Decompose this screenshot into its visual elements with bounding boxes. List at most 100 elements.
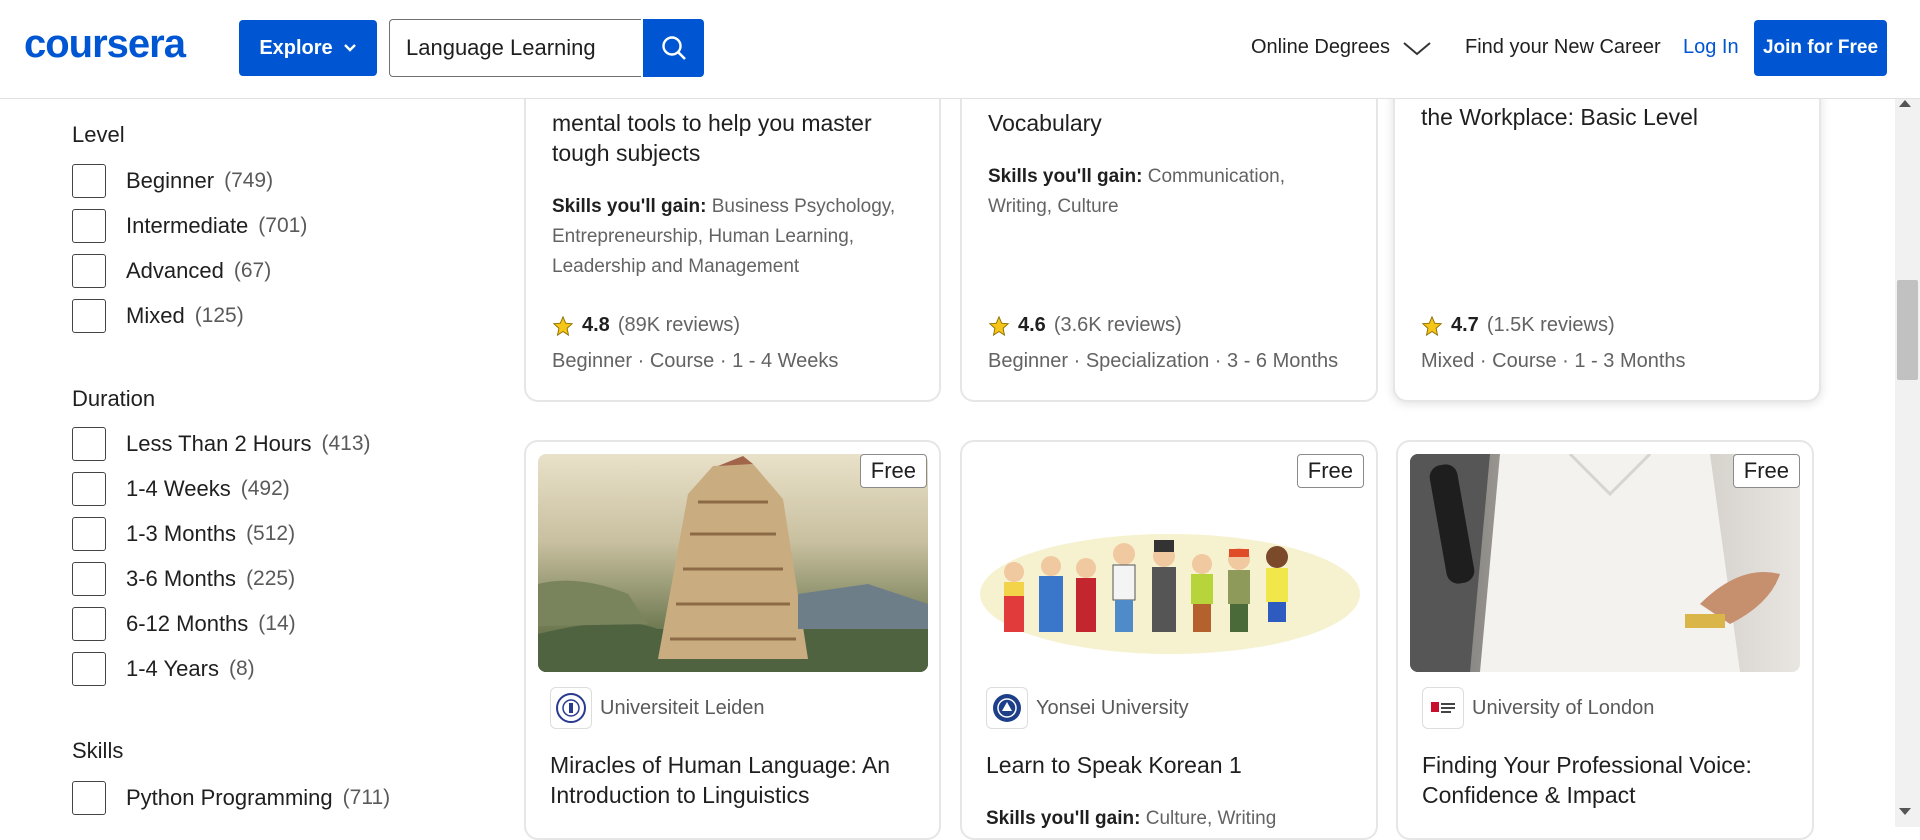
rating: 4.7 (1.5K reviews): [1421, 314, 1615, 337]
filter-option-1-4-years[interactable]: 1-4 Years (8): [72, 651, 255, 687]
filter-option-advanced[interactable]: Advanced (67): [72, 253, 271, 289]
course-meta: Beginner · Specialization · 3 - 6 Months: [988, 350, 1339, 372]
filter-option-1-4-weeks[interactable]: 1-4 Weeks (492): [72, 471, 290, 507]
rating: 4.8 (89K reviews): [552, 314, 740, 337]
checkbox[interactable]: [72, 164, 106, 198]
option-count: (749): [224, 169, 274, 192]
join-for-free-button[interactable]: Join for Free: [1754, 20, 1887, 76]
skills-line: Skills you'll gain: Culture, Writing: [986, 804, 1276, 834]
top-header: coursera Explore Language Learning Onlin…: [0, 0, 1920, 99]
skills-label: Skills you'll gain:: [552, 196, 707, 217]
search-input[interactable]: Language Learning: [389, 19, 641, 77]
option-label: Beginner: [126, 168, 215, 193]
nav-online-degrees[interactable]: Online Degrees: [1251, 36, 1432, 59]
course-card[interactable]: Free University of London Finding Your P…: [1396, 440, 1814, 840]
nav-online-degrees-label: Online Degrees: [1251, 36, 1390, 58]
leiden-logo: [550, 687, 592, 729]
login-link[interactable]: Log In: [1683, 36, 1739, 59]
option-count: (492): [240, 477, 290, 500]
skills-line: Writing, Culture: [988, 196, 1119, 217]
checkbox[interactable]: [72, 517, 106, 551]
checkbox[interactable]: [72, 427, 106, 461]
checkbox[interactable]: [72, 254, 106, 288]
option-label: 1-4 Years: [126, 656, 219, 681]
partner-name: Universiteit Leiden: [600, 696, 765, 719]
rating-value: 4.7: [1451, 314, 1479, 336]
checkbox[interactable]: [72, 781, 106, 815]
filter-option-6-12-months[interactable]: 6-12 Months (14): [72, 606, 296, 642]
filter-option-3-6-months[interactable]: 3-6 Months (225): [72, 561, 295, 597]
checkbox[interactable]: [72, 607, 106, 641]
skills-line: Entrepreneurship, Human Learning,: [552, 226, 855, 247]
option-count: (413): [321, 432, 371, 455]
explore-button[interactable]: Explore: [239, 20, 377, 76]
option-count: (225): [246, 567, 296, 590]
option-label: Mixed: [126, 303, 185, 328]
filter-option-less-than-2-hours[interactable]: Less Than 2 Hours (413): [72, 426, 371, 462]
option-label: 1-4 Weeks: [126, 476, 231, 501]
skills-text: Culture, Writing: [1145, 808, 1277, 829]
filter-title-level: Level: [72, 122, 125, 147]
filter-option-python-programming[interactable]: Python Programming (711): [72, 780, 390, 816]
option-count: (701): [258, 214, 308, 237]
partner-name: Yonsei University: [1036, 696, 1189, 719]
yonsei-logo: [986, 687, 1028, 729]
page-scrollbar[interactable]: [1895, 98, 1920, 827]
search-icon: [661, 36, 686, 60]
option-label: Python Programming: [126, 785, 333, 810]
option-label: 6-12 Months: [126, 611, 249, 636]
review-count: (3.6K reviews): [1053, 314, 1182, 336]
option-count: (67): [233, 259, 272, 282]
skills-line: Leadership and Management: [552, 256, 800, 277]
rating-value: 4.8: [582, 314, 610, 336]
checkbox[interactable]: [72, 299, 106, 333]
skills-label: Skills you'll gain:: [988, 166, 1143, 187]
option-label: 3-6 Months: [126, 566, 237, 591]
skills-line: Skills you'll gain: Business Psychology,: [552, 192, 895, 222]
course-title-line: Confidence & Impact: [1422, 782, 1636, 808]
course-title-line: Miracles of Human Language: An: [550, 752, 891, 778]
course-title-line: Finding Your Professional Voice:: [1422, 752, 1752, 778]
partner-info: University of London: [1422, 687, 1654, 729]
star-icon: [988, 315, 1010, 336]
option-label: 1-3 Months: [126, 521, 237, 546]
london-logo: [1422, 687, 1464, 729]
checkbox[interactable]: [72, 562, 106, 596]
filter-option-intermediate[interactable]: Intermediate (701): [72, 208, 307, 244]
course-title-line: tough subjects: [552, 140, 701, 166]
scroll-up-arrow-icon[interactable]: [1899, 100, 1911, 107]
course-title-line: Vocabulary: [988, 110, 1102, 136]
skills-label: Skills you'll gain:: [986, 808, 1141, 829]
checkbox[interactable]: [72, 652, 106, 686]
filter-title-skills: Skills: [72, 738, 124, 763]
free-badge: Free: [859, 454, 927, 488]
partner-info: Universiteit Leiden: [550, 687, 765, 729]
course-title-line: mental tools to help you master: [552, 110, 872, 136]
option-label: Less Than 2 Hours: [126, 431, 312, 456]
coursera-logo[interactable]: coursera: [24, 22, 186, 67]
filter-option-mixed[interactable]: Mixed (125): [72, 298, 244, 334]
course-title-line: the Workplace: Basic Level: [1421, 104, 1698, 130]
course-card[interactable]: Free Yonsei University Learn to Speak Ko…: [960, 440, 1378, 840]
filter-option-beginner[interactable]: Beginner (749): [72, 163, 273, 199]
search-button[interactable]: [643, 19, 704, 77]
checkbox[interactable]: [72, 209, 106, 243]
checkbox[interactable]: [72, 472, 106, 506]
course-title-line: Learn to Speak Korean 1: [986, 752, 1242, 778]
free-badge: Free: [1296, 454, 1364, 488]
filter-title-duration: Duration: [72, 386, 156, 411]
course-meta: Beginner · Course · 1 - 4 Weeks: [552, 350, 839, 372]
university-seal-icon: [993, 694, 1021, 722]
option-count: (512): [246, 522, 296, 545]
scroll-down-arrow-icon[interactable]: [1899, 808, 1911, 815]
option-count: (711): [342, 786, 391, 809]
course-title-line: Introduction to Linguistics: [550, 782, 810, 808]
rating: 4.6 (3.6K reviews): [988, 314, 1182, 337]
course-card[interactable]: Free Universiteit Leiden Miracles of Hum…: [524, 440, 941, 840]
option-count: (8): [228, 657, 255, 680]
search-input-value: Language Learning: [406, 35, 596, 60]
nav-find-career[interactable]: Find your New Career: [1465, 36, 1661, 59]
filter-option-1-3-months[interactable]: 1-3 Months (512): [72, 516, 295, 552]
option-label: Intermediate: [126, 213, 249, 238]
scrollbar-thumb[interactable]: [1897, 280, 1918, 380]
